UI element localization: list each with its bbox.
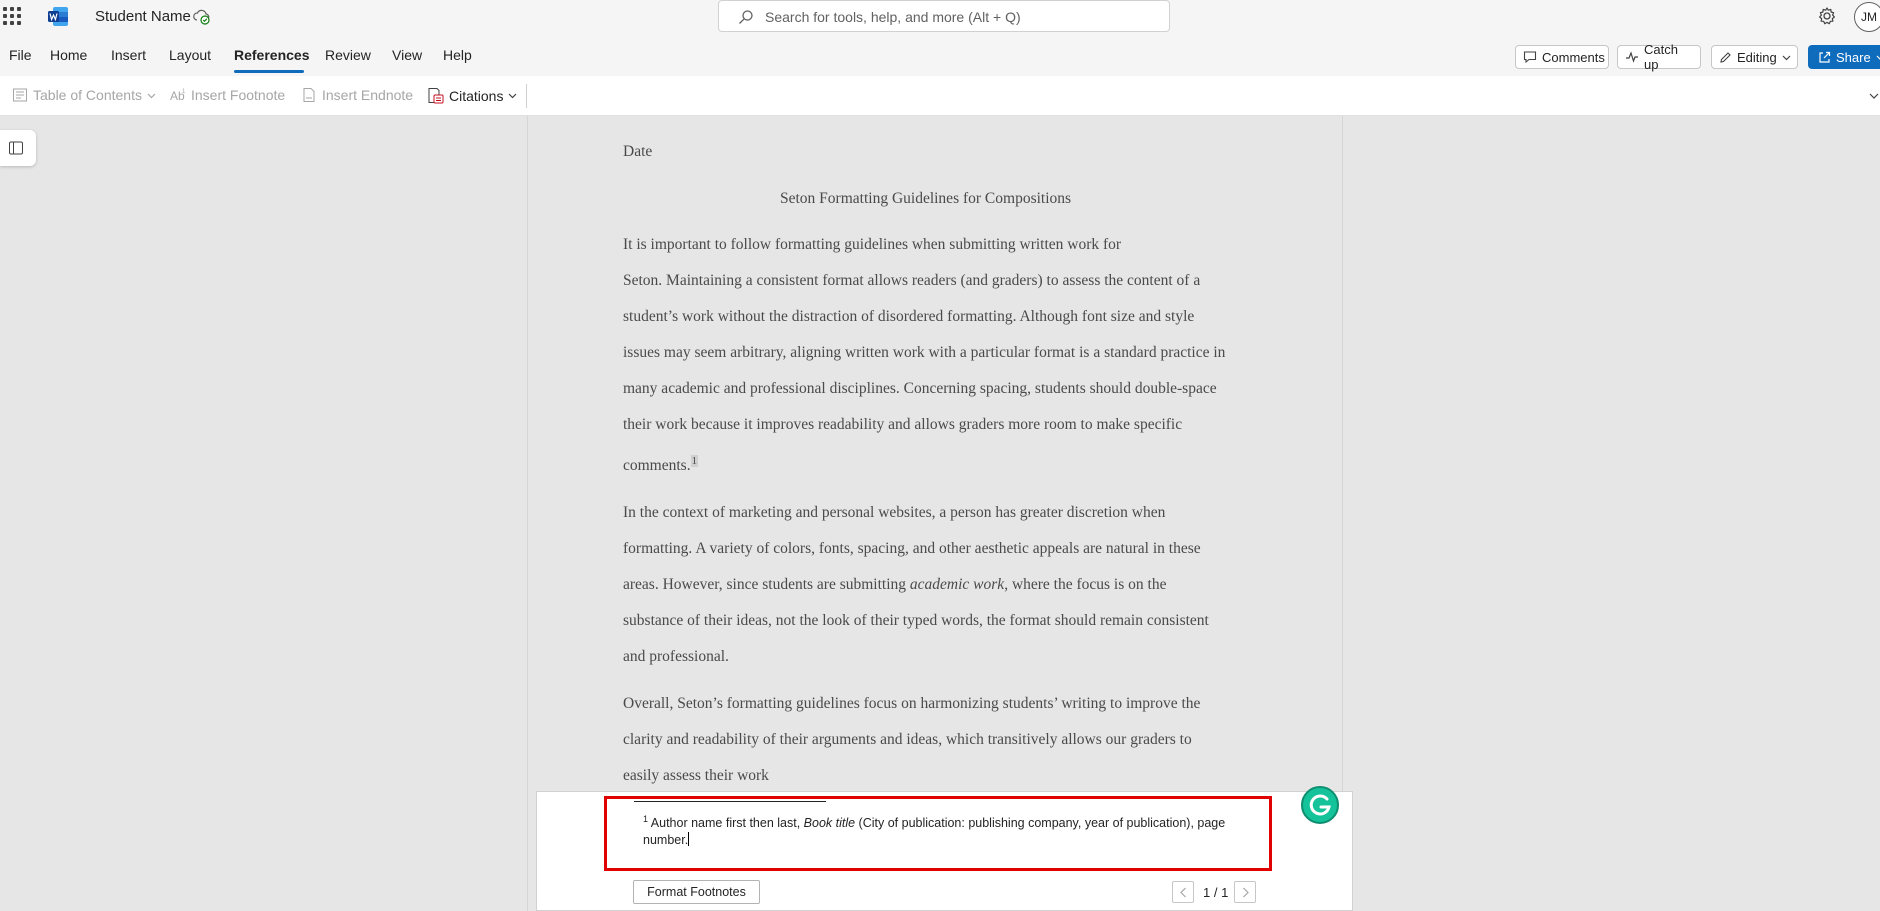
insert-footnote-label: Insert Footnote <box>191 87 286 103</box>
chevron-down-icon <box>147 93 156 98</box>
footnote-reference-mark[interactable]: 1 <box>690 455 699 467</box>
grammarly-button[interactable] <box>1301 786 1339 824</box>
comment-icon <box>1523 51 1537 64</box>
search-icon <box>739 10 753 24</box>
search-placeholder: Search for tools, help, and more (Alt + … <box>765 9 1021 25</box>
document-name[interactable]: Student Name <box>95 8 191 25</box>
paragraph-line[interactable]: Seton. Maintaining a consistent format a… <box>623 272 1200 290</box>
menu-layout[interactable]: Layout <box>169 47 211 63</box>
table-of-contents-icon <box>13 88 27 102</box>
document-date[interactable]: Date <box>623 143 652 161</box>
document-title[interactable]: Seton Formatting Guidelines for Composit… <box>780 190 1071 208</box>
table-of-contents-button[interactable]: Table of Contents <box>12 87 156 103</box>
chevron-down-icon <box>1782 55 1791 60</box>
format-footnotes-button[interactable]: Format Footnotes <box>633 880 760 904</box>
share-button[interactable]: Share <box>1808 45 1880 69</box>
citations-label: Citations <box>449 87 504 104</box>
footnote-page-indicator: 1 / 1 <box>1203 885 1229 900</box>
footnote-pane: 1 Author name first then last, Book titl… <box>536 791 1353 911</box>
comments-label: Comments <box>1542 49 1605 65</box>
text-cursor <box>688 832 690 847</box>
previous-footnote-button[interactable] <box>1172 881 1194 903</box>
title-bar: Student Name Search for tools, help, and… <box>0 0 1880 32</box>
paragraph-line[interactable]: student’s work without the distraction o… <box>623 308 1194 326</box>
footnote-icon: Ab1 <box>170 89 186 103</box>
settings-gear-icon[interactable] <box>1817 6 1837 26</box>
cloud-saved-icon[interactable] <box>193 8 210 25</box>
navigation-pane-icon <box>9 141 23 155</box>
paragraph-line[interactable]: and professional. <box>623 648 729 666</box>
paragraph-line[interactable]: formatting. A variety of colors, fonts, … <box>623 540 1201 558</box>
endnote-icon <box>303 88 315 102</box>
chevron-down-icon <box>1876 55 1880 60</box>
ribbon-divider <box>526 84 527 108</box>
footnote-text[interactable]: 1 Author name first then last, Book titl… <box>643 811 1243 849</box>
paragraph-line[interactable]: It is important to follow formatting gui… <box>623 236 1121 254</box>
navigation-pane-button[interactable] <box>0 130 36 166</box>
paragraph-line[interactable]: In the context of marketing and personal… <box>623 504 1165 522</box>
menu-help[interactable]: Help <box>443 47 472 63</box>
search-box[interactable]: Search for tools, help, and more (Alt + … <box>718 0 1170 32</box>
paragraph-line[interactable]: clarity and readability of their argumen… <box>623 731 1192 749</box>
ribbon-toolbar: Table of Contents Ab 1 Insert Footnote In… <box>0 76 1880 116</box>
citations-button[interactable]: Citations <box>427 87 517 104</box>
menu-insert[interactable]: Insert <box>111 47 146 63</box>
paragraph-line[interactable]: their work because it improves readabili… <box>623 416 1182 434</box>
pencil-icon <box>1720 51 1731 63</box>
editing-label: Editing <box>1737 49 1777 65</box>
menu-review[interactable]: Review <box>325 47 371 63</box>
footnote-book-title: Book title <box>803 816 856 831</box>
menu-file[interactable]: File <box>9 47 32 63</box>
paragraph-line[interactable]: many academic and professional disciplin… <box>623 380 1217 398</box>
word-logo-icon[interactable] <box>48 7 68 26</box>
menu-references[interactable]: References <box>234 47 310 63</box>
app-launcher-icon[interactable] <box>3 7 21 25</box>
active-tab-indicator <box>234 70 304 73</box>
share-icon <box>1819 51 1831 63</box>
chevron-right-icon <box>1243 887 1249 898</box>
italic-phrase: academic work <box>909 576 1005 593</box>
paragraph-line[interactable]: Overall, Seton’s formatting guidelines f… <box>623 695 1200 713</box>
insert-endnote-label: Insert Endnote <box>322 87 414 103</box>
next-footnote-button[interactable] <box>1234 881 1256 903</box>
paragraph-text: , where the focus is on the <box>1004 576 1167 593</box>
pulse-icon <box>1626 51 1638 63</box>
toc-label: Table of Contents <box>33 87 142 103</box>
paragraph-line[interactable]: substance of their ideas, not the look o… <box>623 612 1209 630</box>
svg-text:1: 1 <box>182 89 186 95</box>
grammarly-logo-icon <box>1309 794 1331 816</box>
menu-view[interactable]: View <box>392 47 422 63</box>
catch-up-label: Catch up <box>1644 42 1678 72</box>
share-label: Share <box>1836 49 1871 65</box>
insert-endnote-button[interactable]: Insert Endnote <box>301 87 413 103</box>
editing-mode-button[interactable]: Editing <box>1711 45 1798 69</box>
paragraph-line[interactable]: issues may seem arbitrary, aligning writ… <box>623 344 1225 362</box>
ribbon-expand-chevron-icon[interactable] <box>1868 90 1880 102</box>
chevron-left-icon <box>1180 887 1186 898</box>
insert-footnote-button[interactable]: Ab 1 Insert Footnote <box>170 87 285 103</box>
chevron-down-icon <box>509 93 517 99</box>
footnote-text-part: Author name first then last, <box>648 816 804 831</box>
comments-button[interactable]: Comments <box>1515 45 1609 69</box>
menu-home[interactable]: Home <box>50 47 87 63</box>
paragraph-text: areas. However, since students are submi… <box>623 576 910 593</box>
paragraph-line-with-footnote[interactable]: comments.1 <box>623 455 699 475</box>
user-avatar[interactable]: JM <box>1854 2 1880 32</box>
paragraph-line[interactable]: easily assess their work <box>623 767 769 785</box>
catch-up-button[interactable]: Catch up <box>1617 42 1701 72</box>
paragraph-text: comments. <box>623 457 691 474</box>
citations-icon <box>428 88 444 104</box>
paragraph-line[interactable]: areas. However, since students are submi… <box>623 576 1166 594</box>
